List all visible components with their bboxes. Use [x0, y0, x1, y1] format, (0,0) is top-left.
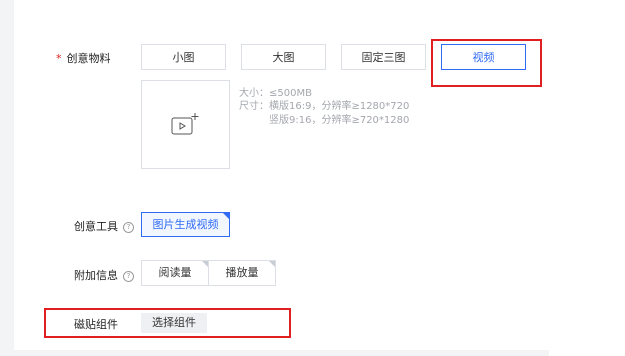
creative-material-label-text: 创意物料 — [66, 52, 111, 65]
highlight-video-tab — [431, 39, 542, 87]
highlight-sticker-component — [44, 308, 291, 338]
help-icon[interactable]: ? — [123, 271, 134, 282]
video-add-icon — [171, 112, 201, 140]
selected-corner-icon — [223, 213, 229, 219]
tab-fixed-three-images[interactable]: 固定三图 — [341, 44, 426, 70]
tab-small-image[interactable]: 小图 — [141, 44, 226, 70]
upload-dimension-hint-portrait: 竖版9:16，分辨率≥720*1280 — [269, 115, 410, 126]
tab-large-image[interactable]: 大图 — [241, 44, 326, 70]
help-icon[interactable]: ? — [123, 222, 134, 233]
right-whitespace — [549, 0, 625, 356]
creative-material-label: * 创意物料 — [56, 50, 111, 66]
creative-tool-label: 创意工具? — [74, 218, 134, 234]
required-mark: * — [56, 52, 62, 65]
tag-play-count-label: 播放量 — [225, 266, 259, 279]
image-to-video-button-label: 图片生成视频 — [152, 218, 219, 231]
video-upload-box[interactable] — [141, 80, 230, 169]
creative-tool-label-text: 创意工具 — [74, 220, 118, 233]
tag-play-count[interactable]: 播放量 — [208, 261, 275, 285]
image-to-video-button[interactable]: 图片生成视频 — [141, 212, 230, 237]
extra-info-label-text: 附加信息 — [74, 269, 118, 282]
upload-dimension-hint-landscape: 尺寸：横版16:9，分辨率≥1280*720 — [239, 101, 410, 112]
unselected-corner-icon — [269, 261, 275, 267]
extra-info-label: 附加信息? — [74, 267, 134, 283]
tag-read-count-label: 阅读量 — [158, 266, 192, 279]
tag-read-count[interactable]: 阅读量 — [142, 261, 208, 285]
upload-size-hint: 大小：≤500MB — [239, 88, 312, 99]
extra-info-tag-group: 阅读量 播放量 — [141, 260, 276, 286]
